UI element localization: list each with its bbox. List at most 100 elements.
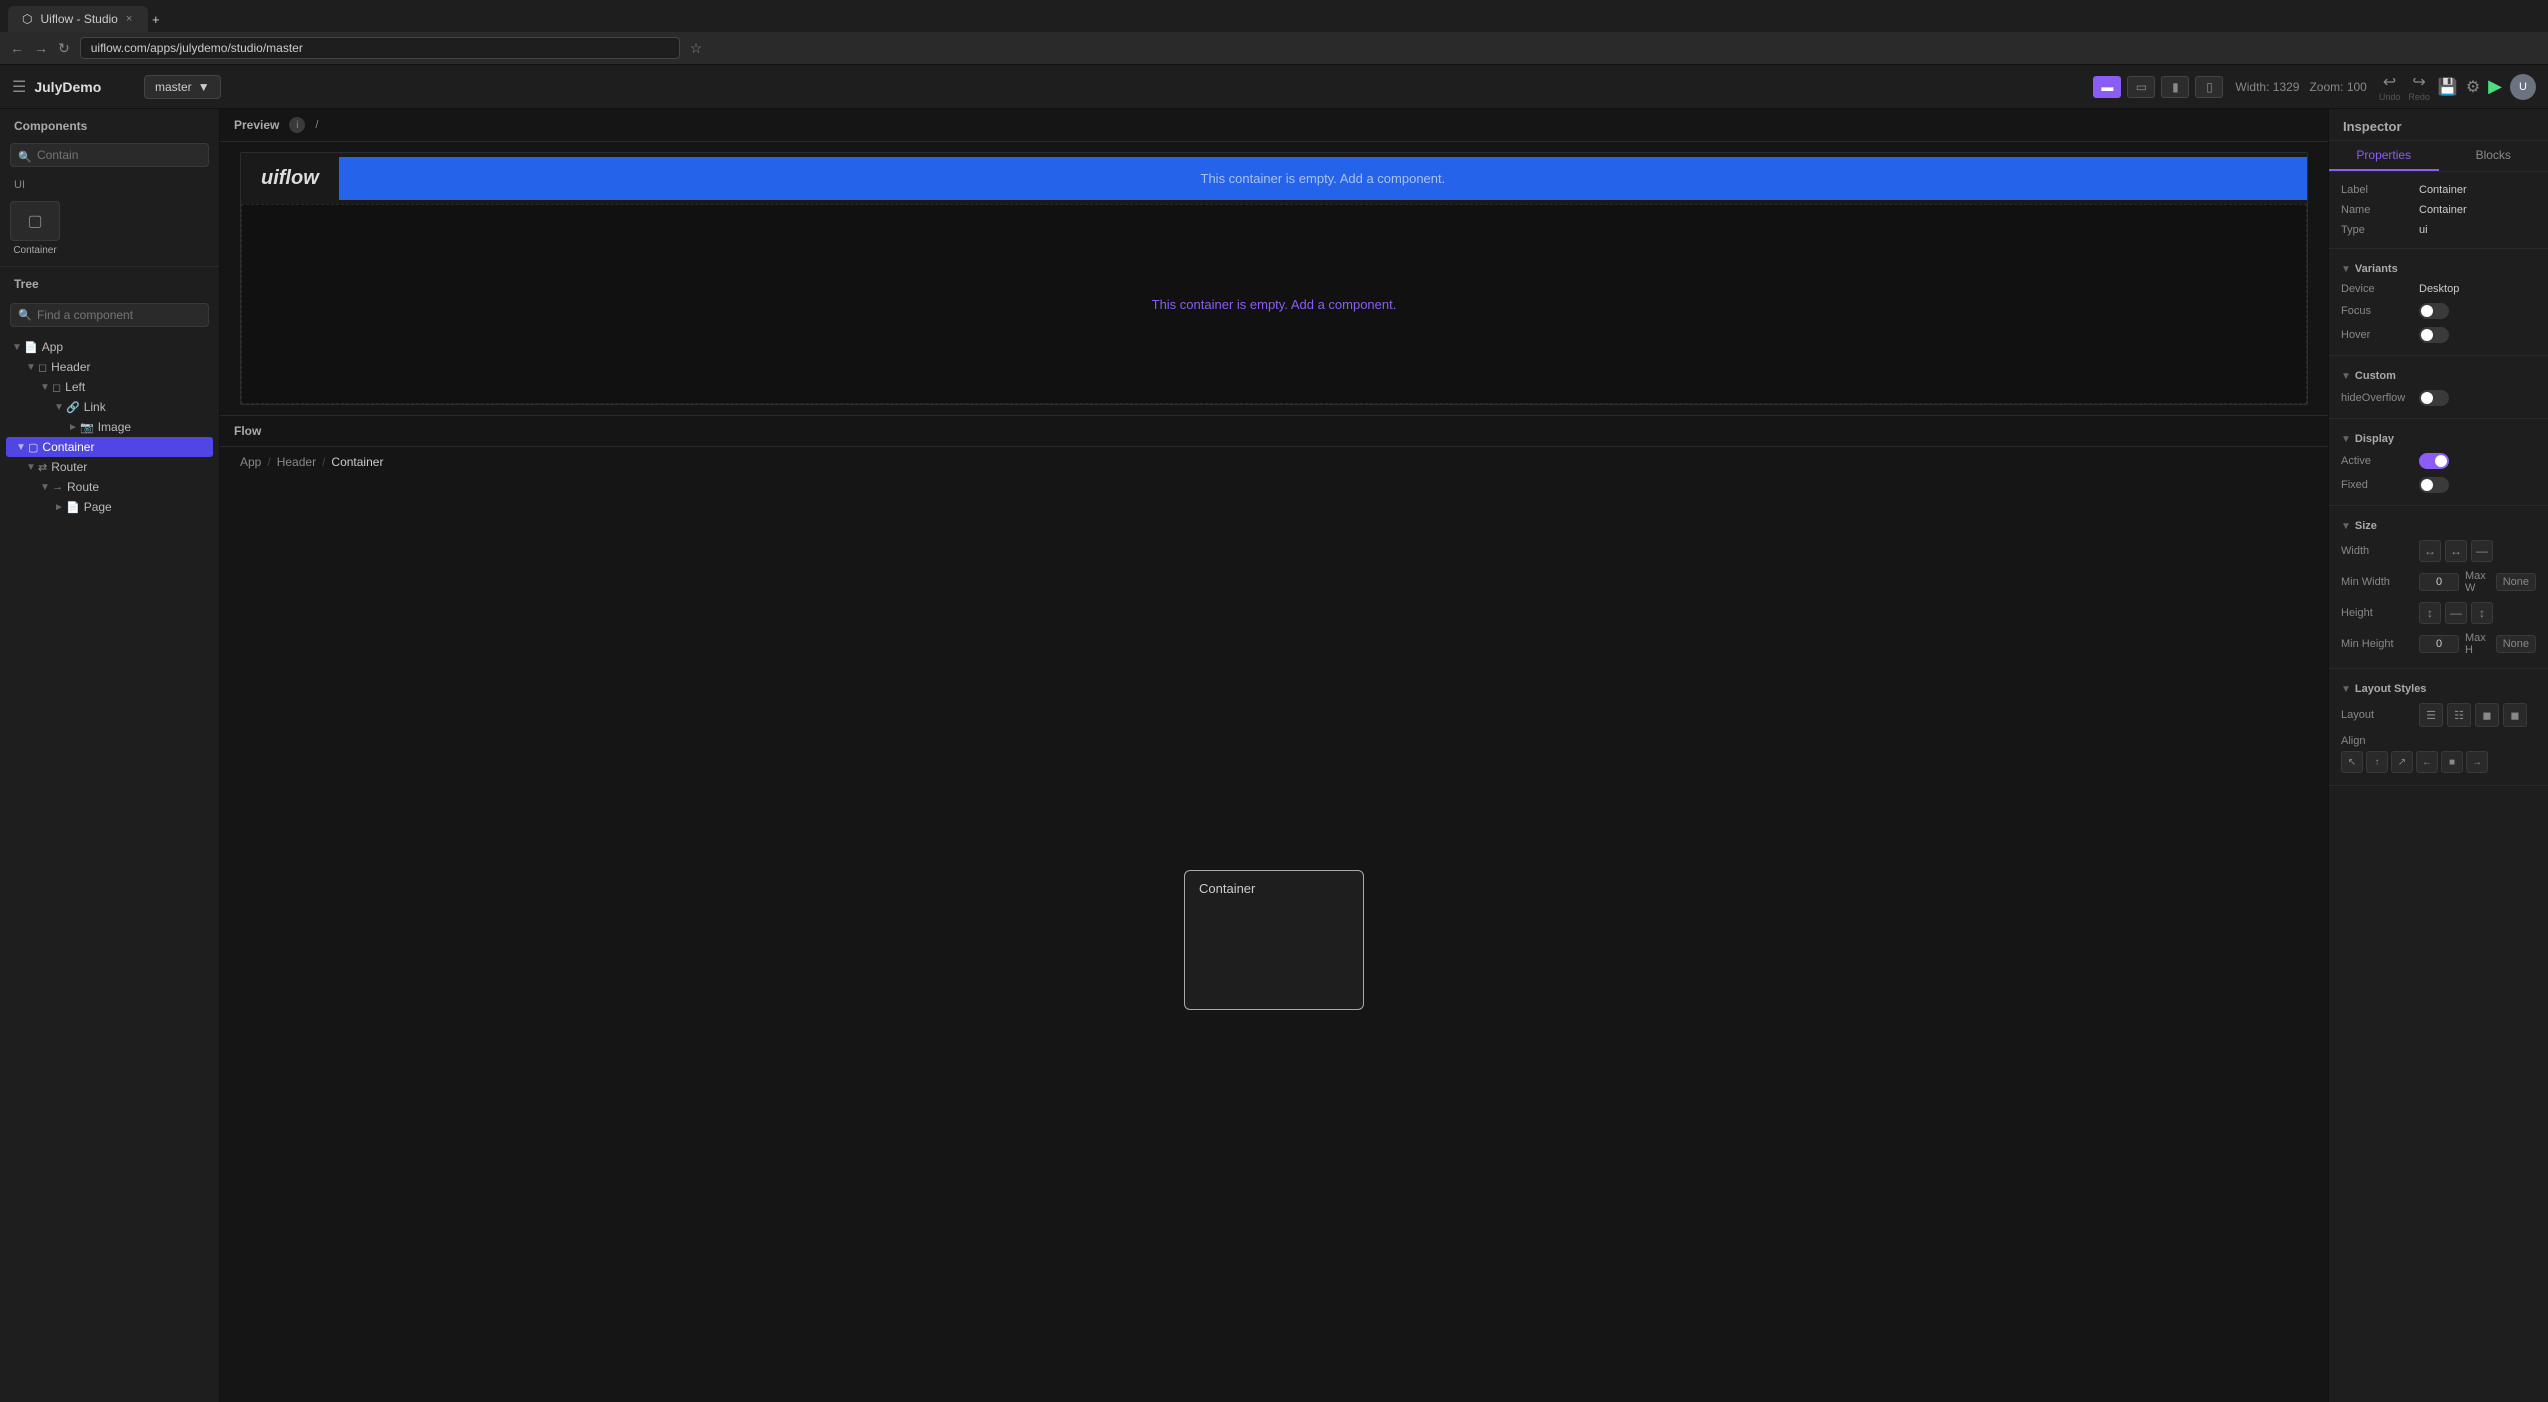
tab-blocks[interactable]: Blocks — [2439, 141, 2548, 171]
branch-label: master — [155, 80, 192, 94]
reload-btn[interactable]: ↻ — [58, 40, 70, 57]
info-icon: i — [289, 117, 305, 133]
tab-properties[interactable]: Properties — [2329, 141, 2439, 171]
zoom-label: Zoom: 100 — [2309, 80, 2366, 94]
layout-chevron: ▼ — [2341, 684, 2351, 695]
layout-grid2-btn[interactable]: ◼ — [2475, 703, 2499, 727]
breadcrumb-active: Container — [331, 455, 383, 469]
width-fixed-btn[interactable]: ― — [2471, 540, 2493, 562]
flow-title: Flow — [234, 424, 261, 438]
min-width-input[interactable] — [2419, 573, 2459, 591]
active-toggle[interactable] — [2419, 453, 2449, 469]
save-btn[interactable]: 💾 — [2438, 77, 2458, 97]
components-grid: ▢ Container — [0, 195, 219, 266]
tree-search-icon: 🔍 — [18, 309, 32, 322]
tree-label-header: Header — [51, 360, 90, 374]
components-search-input[interactable] — [10, 143, 209, 167]
chevron-down-icon: ▼ — [24, 462, 38, 473]
forward-btn[interactable]: → — [34, 40, 48, 56]
app-logo-area: ☰ JulyDemo — [12, 77, 132, 97]
hide-overflow-toggle[interactable] — [2419, 390, 2449, 406]
custom-title: Custom — [2355, 370, 2396, 382]
height-shrink-btn[interactable]: ↕ — [2419, 602, 2441, 624]
label-label: Label — [2341, 184, 2411, 196]
toolbar-actions: ↩ Undo ↪ Redo 💾 ⚙ ▶ U — [2379, 72, 2536, 102]
tree-item-container[interactable]: ▼ ▢ Container — [6, 437, 213, 457]
chevron-down-icon: ▼ — [38, 482, 52, 493]
user-avatar[interactable]: U — [2510, 74, 2536, 100]
align-mid-right-btn[interactable]: → — [2466, 751, 2488, 773]
custom-chevron: ▼ — [2341, 371, 2351, 382]
hover-toggle[interactable] — [2419, 327, 2449, 343]
branch-selector[interactable]: master ▼ — [144, 75, 221, 99]
align-mid-center-btn[interactable]: ■ — [2441, 751, 2463, 773]
size-title: Size — [2355, 520, 2377, 532]
layout-grid-btn[interactable]: ☷ — [2447, 703, 2471, 727]
focus-toggle[interactable] — [2419, 303, 2449, 319]
device-mobile-btn[interactable]: ▯ — [2195, 76, 2223, 98]
layout-list-btn[interactable]: ☰ — [2419, 703, 2443, 727]
width-shrink-btn[interactable]: ↔ — [2419, 540, 2441, 562]
label-value: Container — [2419, 184, 2536, 196]
max-w-label: Max W — [2465, 570, 2490, 594]
bookmark-btn[interactable]: ☆ — [690, 40, 703, 57]
flow-node-container[interactable]: Container — [1184, 870, 1364, 1010]
fixed-toggle[interactable] — [2419, 477, 2449, 493]
layout-flex-btn[interactable]: ◼ — [2503, 703, 2527, 727]
new-tab-btn[interactable]: + — [152, 12, 160, 27]
tab-close-btn[interactable]: × — [126, 13, 132, 25]
tree-item-router[interactable]: ▼ ⇄ Router — [0, 457, 219, 477]
play-btn[interactable]: ▶ — [2488, 76, 2502, 97]
container-icon: ▢ — [10, 201, 60, 241]
tree-label-image: Image — [98, 420, 131, 434]
device-tablet-btn[interactable]: ▭ — [2127, 76, 2155, 98]
tree-label-router: Router — [51, 460, 87, 474]
flow-breadcrumb: App / Header / Container — [220, 447, 2328, 477]
align-top-center-btn[interactable]: ↑ — [2366, 751, 2388, 773]
chevron-right-icon: ► — [52, 502, 66, 513]
device-mobile-wide-btn[interactable]: ▮ — [2161, 76, 2189, 98]
type-value: ui — [2419, 224, 2536, 236]
container-icon: ▢ — [28, 441, 38, 454]
components-section: Components 🔍 UI ▢ Container — [0, 109, 219, 267]
min-height-input[interactable] — [2419, 635, 2459, 653]
device-desktop-btn[interactable]: ▬ — [2093, 76, 2121, 98]
align-label: Align — [2341, 735, 2411, 747]
browser-tab[interactable]: ⬡ Uiflow - Studio × — [8, 6, 148, 32]
preview-frame: uiflow This container is empty. Add a co… — [240, 152, 2308, 405]
flow-canvas: Container — [220, 477, 2328, 1402]
redo-btn[interactable]: ↪ — [2412, 72, 2425, 92]
tree-item-image[interactable]: ► 📷 Image — [0, 417, 219, 437]
settings-icon[interactable]: ⚙ — [2466, 77, 2480, 97]
route-icon: → — [52, 481, 63, 493]
chevron-down-icon: ▼ — [198, 80, 210, 94]
align-top-left-btn[interactable]: ↖ — [2341, 751, 2363, 773]
sidebar-toggle-btn[interactable]: ☰ — [12, 77, 26, 97]
tree-label-left: Left — [65, 380, 85, 394]
align-top-right-btn[interactable]: ↗ — [2391, 751, 2413, 773]
tree-item-left[interactable]: ▼ ◻ Left — [0, 377, 219, 397]
tree-search-input[interactable] — [10, 303, 209, 327]
name-label: Name — [2341, 204, 2411, 216]
tree-item-header[interactable]: ▼ ◻ Header — [0, 357, 219, 377]
height-expand-btn[interactable]: ― — [2445, 602, 2467, 624]
layout-styles-section: ▼ Layout Styles Layout ☰ ☷ ◼ ◼ Align ↖ — [2329, 669, 2548, 786]
undo-btn[interactable]: ↩ — [2383, 72, 2396, 92]
address-bar[interactable] — [80, 37, 680, 59]
inspector-title: Inspector — [2329, 109, 2548, 141]
tree-item-app[interactable]: ▼ 📄 App — [0, 337, 219, 357]
component-container[interactable]: ▢ Container — [10, 201, 60, 256]
back-btn[interactable]: ← — [10, 40, 24, 56]
tree-item-link[interactable]: ▼ 🔗 Link — [0, 397, 219, 417]
chevron-down-icon: ▼ — [10, 342, 24, 353]
tree-item-page[interactable]: ► 📄 Page — [0, 497, 219, 517]
display-title: Display — [2355, 433, 2394, 445]
tab-title: Uiflow - Studio — [40, 12, 117, 26]
align-mid-left-btn[interactable]: ← — [2416, 751, 2438, 773]
tree-item-route[interactable]: ▼ → Route — [0, 477, 219, 497]
width-expand-btn[interactable]: ↔ — [2445, 540, 2467, 562]
canvas-header: Preview i / — [220, 109, 2328, 142]
variants-section: ▼ Variants Device Desktop Focus Hover — [2329, 249, 2548, 356]
size-chevron: ▼ — [2341, 521, 2351, 532]
height-fixed-btn[interactable]: ↕ — [2471, 602, 2493, 624]
